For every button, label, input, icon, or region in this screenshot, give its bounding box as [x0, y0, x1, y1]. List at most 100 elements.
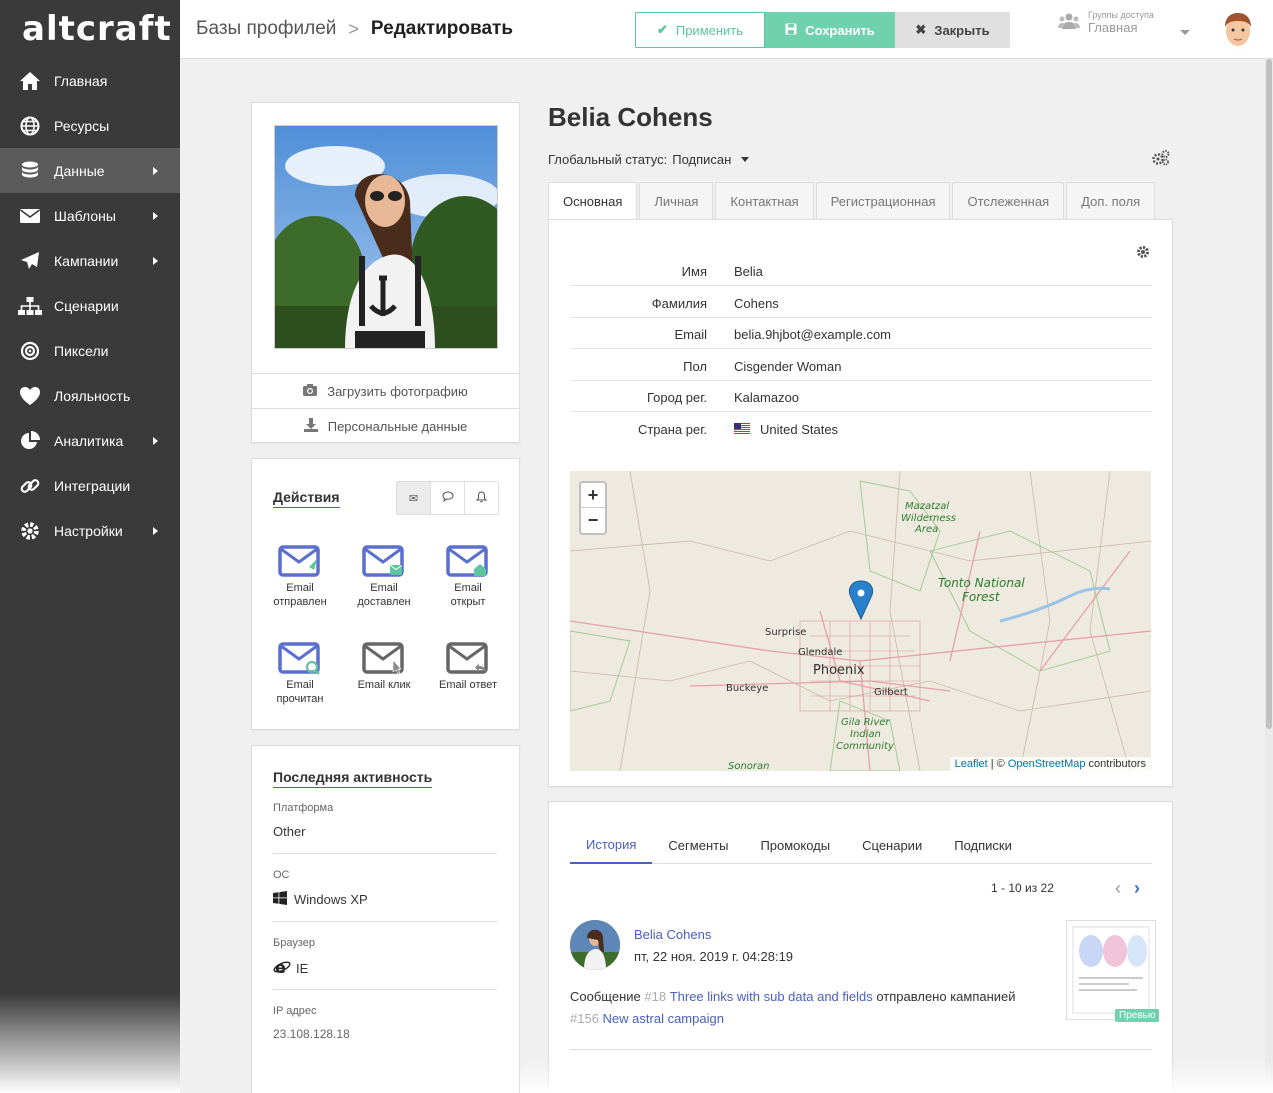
- history-tab-1[interactable]: Сегменты: [652, 826, 744, 864]
- action-item[interactable]: Email открыт: [426, 545, 510, 609]
- global-status[interactable]: Глобальный статус: Подписан: [548, 152, 750, 167]
- caret-right-icon: [153, 166, 158, 175]
- sidebar-item-5[interactable]: Сценарии: [0, 283, 180, 328]
- pie-chart-icon: [18, 430, 42, 452]
- personal-data-button[interactable]: Персональные данные: [252, 408, 519, 443]
- action-label: Email доставлен: [357, 582, 411, 608]
- action-item[interactable]: Email ответ: [426, 642, 510, 692]
- scrollbar-thumb[interactable]: [1266, 59, 1272, 729]
- field-label: Пол: [683, 358, 707, 374]
- action-item[interactable]: Email прочитан: [258, 642, 342, 706]
- chevron-left-icon[interactable]: ‹: [1115, 878, 1121, 899]
- sidebar-item-10[interactable]: Настройки: [0, 508, 180, 553]
- tab-5[interactable]: Доп. поля: [1066, 182, 1156, 220]
- camera-icon: [303, 383, 318, 399]
- floppy-disk-icon: [785, 23, 797, 38]
- campaign-link[interactable]: New astral campaign: [603, 1011, 724, 1026]
- field-value[interactable]: belia.9hjbot@example.com: [734, 327, 891, 342]
- history-tab-2[interactable]: Промокоды: [744, 826, 846, 864]
- envelope-click-icon: [342, 642, 426, 676]
- field-row: Имя Belia: [570, 255, 1152, 286]
- home-icon: [18, 70, 42, 92]
- gears-icon[interactable]: [1152, 150, 1170, 169]
- map[interactable]: Surprise Glendale Phoenix Buckeye Gilbert …: [570, 471, 1151, 771]
- zoom-out-button[interactable]: −: [581, 508, 605, 533]
- tab-1[interactable]: Личная: [639, 182, 714, 220]
- field-row: Фамилия Cohens: [570, 287, 1152, 318]
- preview-badge[interactable]: Превью: [1115, 1009, 1160, 1022]
- check-icon: ✔: [656, 22, 668, 37]
- ip-label: IP адрес: [273, 1005, 317, 1017]
- windows-icon: [273, 891, 287, 908]
- action-item[interactable]: Email клик: [342, 642, 426, 692]
- action-item[interactable]: Email доставлен: [342, 545, 426, 609]
- field-value[interactable]: Cisgender Woman: [734, 359, 841, 374]
- field-value[interactable]: Kalamazoo: [734, 390, 799, 405]
- svg-text:Area: Area: [914, 524, 938, 535]
- last-activity-title[interactable]: Последняя активность: [273, 769, 433, 788]
- header: Базы профилей > Редактировать ✔ Применит…: [180, 0, 1273, 59]
- filter-push[interactable]: [465, 482, 498, 514]
- tab-4[interactable]: Отслеженная: [952, 182, 1065, 220]
- message-thumbnail[interactable]: [1066, 920, 1156, 1020]
- message-link[interactable]: Three links with sub data and fields: [670, 989, 873, 1004]
- osm-link[interactable]: OpenStreetMap: [1008, 758, 1086, 770]
- history-contact-link[interactable]: Belia Cohens: [634, 927, 711, 942]
- field-value[interactable]: Belia: [734, 264, 763, 279]
- filter-email[interactable]: ✉: [397, 482, 431, 514]
- filter-sms[interactable]: [431, 482, 465, 514]
- tab-3[interactable]: Регистрационная: [815, 182, 951, 220]
- sidebar-item-label: Сценарии: [54, 297, 119, 314]
- user-avatar[interactable]: [1218, 9, 1258, 49]
- action-item[interactable]: Email отправлен: [258, 545, 342, 609]
- browser-label: Браузер: [273, 937, 315, 949]
- field-label: Имя: [681, 264, 707, 279]
- target-icon: [18, 340, 42, 362]
- link-icon: [18, 475, 42, 497]
- tab-2[interactable]: Контактная: [715, 182, 814, 220]
- history-tab-3[interactable]: Сценарии: [846, 826, 938, 864]
- svg-text:Wilderness: Wilderness: [901, 513, 956, 524]
- sidebar-item-0[interactable]: Главная: [0, 58, 180, 103]
- sidebar-item-9[interactable]: Интеграции: [0, 463, 180, 508]
- platform-label: Платформа: [273, 802, 334, 814]
- sidebar-item-2[interactable]: Данные: [0, 148, 180, 193]
- field-label: Фамилия: [651, 295, 707, 311]
- field-value[interactable]: United States: [734, 422, 838, 437]
- field-value[interactable]: Cohens: [734, 296, 779, 311]
- close-button[interactable]: ✖ Закрыть: [895, 12, 1010, 48]
- sidebar-item-7[interactable]: Лояльность: [0, 373, 180, 418]
- sidebar-item-3[interactable]: Шаблоны: [0, 193, 180, 238]
- breadcrumb: Базы профилей > Редактировать: [196, 18, 513, 40]
- sidebar-item-label: Аналитика: [54, 432, 124, 449]
- sidebar-item-1[interactable]: Ресурсы: [0, 103, 180, 148]
- access-group-select[interactable]: Группы доступа Главная: [1058, 10, 1154, 35]
- action-label: Email ответ: [439, 679, 497, 691]
- actions-title[interactable]: Действия: [273, 489, 340, 508]
- status-value: Подписан: [672, 152, 732, 167]
- users-icon: [1058, 13, 1080, 32]
- zoom-in-button[interactable]: +: [581, 483, 605, 508]
- tab-0[interactable]: Основная: [548, 182, 638, 220]
- upload-photo-button[interactable]: Загрузить фотографию: [252, 373, 519, 408]
- chevron-right-icon[interactable]: ›: [1134, 878, 1140, 899]
- save-button[interactable]: Сохранить: [765, 12, 895, 48]
- sidebar-item-8[interactable]: Аналитика: [0, 418, 180, 463]
- status-label: Глобальный статус:: [548, 152, 668, 167]
- chat-bubble-icon: [441, 491, 454, 505]
- caret-down-icon[interactable]: [1180, 30, 1190, 35]
- history-tabs: История Сегменты Промокоды Сценарии Подписки: [570, 826, 1152, 864]
- svg-text:Buckeye: Buckeye: [726, 683, 768, 694]
- breadcrumb-parent[interactable]: Базы профилей: [196, 18, 336, 40]
- envelope-icon: [18, 205, 42, 227]
- history-tab-4[interactable]: Подписки: [938, 826, 1028, 864]
- apply-button[interactable]: ✔ Применить: [635, 12, 765, 48]
- leaflet-link[interactable]: Leaflet: [955, 758, 988, 770]
- history-tab-0[interactable]: История: [570, 826, 653, 864]
- access-label: Группы доступа: [1088, 10, 1154, 20]
- envelope-reply-icon: [426, 642, 510, 676]
- sidebar-item-label: Главная: [54, 72, 108, 89]
- sidebar-item-4[interactable]: Кампании: [0, 238, 180, 283]
- sidebar-item-6[interactable]: Пиксели: [0, 328, 180, 373]
- svg-text:Surprise: Surprise: [765, 627, 806, 638]
